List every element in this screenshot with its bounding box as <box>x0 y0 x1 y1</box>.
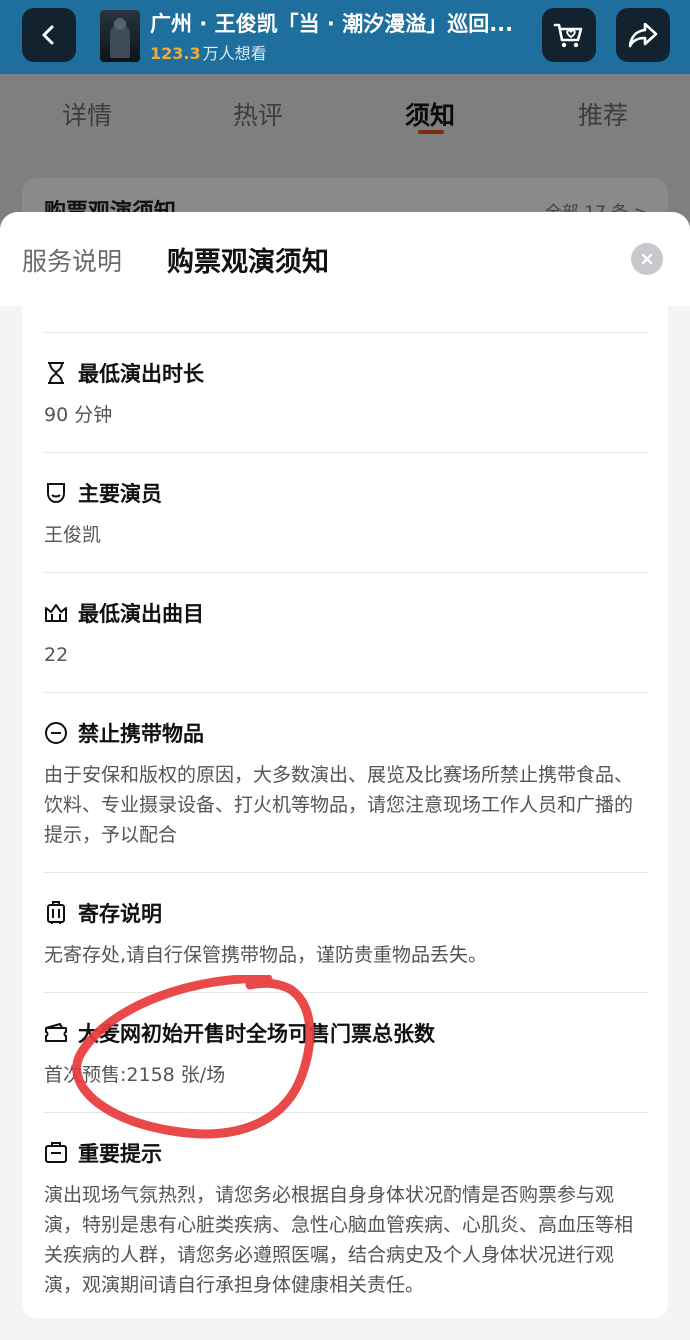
sheet-tab-service[interactable]: 服务说明 <box>22 242 122 278</box>
want-count-number: 123.3 <box>150 44 201 63</box>
section-body: 90 分钟 <box>44 404 113 426</box>
mask-icon <box>44 481 68 505</box>
notice-icon <box>44 1141 68 1165</box>
section-title: 最低演出时长 <box>78 362 204 386</box>
cart-heart-icon <box>553 23 583 48</box>
divider <box>44 692 648 693</box>
cart-button[interactable] <box>542 8 596 62</box>
hourglass-icon <box>44 361 68 385</box>
sheet-tab-notice[interactable]: 购票观演须知 <box>167 240 329 279</box>
section-body: 演出现场气氛热烈，请您务必根据自身身体状况酌情是否购票参与观演，特别是患有心脏类… <box>44 1184 634 1296</box>
section-min-duration: 最低演出时长 90 分钟 <box>44 358 648 430</box>
header-bar: 广州 · 王俊凯「当 · 潮汐漫溢」巡回... 123.3 万人想看 <box>0 0 690 74</box>
section-title: 禁止携带物品 <box>78 722 204 746</box>
show-poster-thumbnail <box>100 10 140 62</box>
sheet-header: 服务说明 购票观演须知 <box>0 212 690 306</box>
section-body: 无寄存处,请自行保管携带物品，谨防贵重物品丢失。 <box>44 944 488 966</box>
share-icon <box>628 22 658 48</box>
section-prohibited-items: 禁止携带物品 由于安保和版权的原因，大多数演出、展览及比赛场所禁止携带食品、饮料… <box>44 718 648 850</box>
share-button[interactable] <box>616 8 670 62</box>
section-body: 由于安保和版权的原因，大多数演出、展览及比赛场所禁止携带食品、饮料、专业摄录设备… <box>44 764 634 846</box>
back-button[interactable] <box>22 8 76 62</box>
section-main-performer: 主要演员 王俊凯 <box>44 478 648 550</box>
crown-icon <box>44 601 68 625</box>
section-title: 主要演员 <box>78 482 162 506</box>
tab-recommend[interactable]: 推荐 <box>578 96 628 132</box>
tab-details[interactable]: 详情 <box>62 96 112 132</box>
section-title: 大麦网初始开售时全场可售门票总张数 <box>78 1022 435 1046</box>
close-button[interactable] <box>631 243 663 275</box>
section-min-songs: 最低演出曲目 22 <box>44 598 648 670</box>
section-body: 首次预售:2158 张/场 <box>44 1064 226 1086</box>
active-tab-indicator <box>418 130 444 134</box>
show-title: 广州 · 王俊凯「当 · 潮汐漫溢」巡回... <box>150 12 514 36</box>
section-important-notice: 重要提示 演出现场气氛热烈，请您务必根据自身身体状况酌情是否购票参与观演，特别是… <box>44 1138 648 1300</box>
want-count-suffix: 万人想看 <box>202 44 267 63</box>
section-title: 重要提示 <box>78 1142 162 1166</box>
divider <box>44 992 648 993</box>
divider <box>44 452 648 453</box>
section-title: 最低演出曲目 <box>78 602 204 626</box>
section-title: 寄存说明 <box>78 902 162 926</box>
tab-reviews[interactable]: 热评 <box>233 96 283 132</box>
back-arrow-icon <box>42 25 54 45</box>
luggage-icon <box>44 901 68 925</box>
want-count: 123.3 万人想看 <box>150 40 267 64</box>
divider <box>44 1112 648 1113</box>
section-storage: 寄存说明 无寄存处,请自行保管携带物品，谨防贵重物品丢失。 <box>44 898 648 970</box>
divider <box>44 332 648 333</box>
divider <box>44 572 648 573</box>
tab-notice[interactable]: 须知 <box>405 96 455 132</box>
notice-panel: 最低演出时长 90 分钟 主要演员 王俊凯 最低演出曲目 22 禁止携带物品 由… <box>22 306 668 1318</box>
section-body: 王俊凯 <box>44 524 102 546</box>
section-ticket-total: 大麦网初始开售时全场可售门票总张数 首次预售:2158 张/场 <box>44 1018 648 1090</box>
section-body: 22 <box>44 644 69 666</box>
divider <box>44 872 648 873</box>
no-entry-icon <box>44 721 68 745</box>
close-icon <box>641 253 653 265</box>
detail-tabs: 详情 热评 须知 推荐 <box>0 74 690 164</box>
ticket-icon <box>44 1021 68 1045</box>
